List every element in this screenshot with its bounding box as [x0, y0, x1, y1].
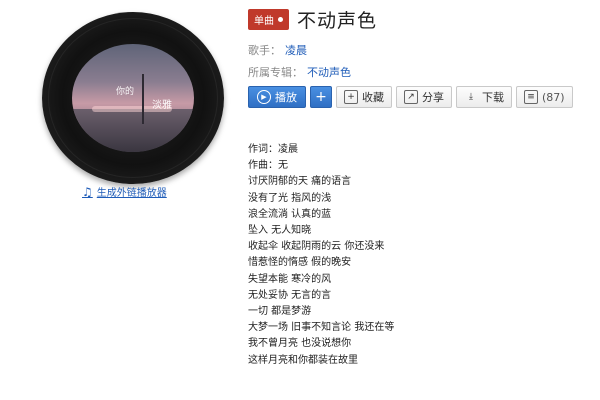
cover-pole [142, 74, 144, 124]
singer-label: 歌手： [248, 44, 281, 57]
lyric-line: 这样月亮和你都装在故里 [248, 354, 358, 366]
lyric-line: 没有了光 指风的浅 [248, 192, 332, 204]
lyric-line: 坠入 无人知晓 [248, 225, 312, 237]
share-icon: ↗ [404, 90, 418, 104]
single-badge: 单曲 [248, 9, 289, 30]
action-bar: ▶ 播放 + + 收藏 ↗ 分享 ⤓ 下载 ≡ (87) [248, 86, 573, 108]
album-link[interactable]: 不动声色 [307, 66, 351, 79]
comment-icon: ≡ [524, 90, 538, 104]
title-row: 单曲 不动声色 [248, 6, 377, 33]
lyric-line: 一切 都是梦游 [248, 306, 312, 318]
cover-road [72, 108, 194, 152]
collect-button[interactable]: + 收藏 [336, 86, 392, 108]
music-note-icon: ♫ [82, 184, 93, 199]
comment-count: (87) [542, 90, 565, 104]
album-row: 所属专辑： 不动声色 [248, 64, 351, 80]
add-label: + [315, 89, 327, 105]
download-label: 下载 [482, 91, 504, 104]
cover-text-1: 你的 [116, 87, 135, 97]
play-icon: ▶ [257, 90, 271, 104]
collect-label: 收藏 [362, 91, 384, 104]
single-badge-label: 单曲 [254, 16, 274, 27]
lyric-line: 大梦一场 旧事不知言论 我还在等 [248, 322, 395, 334]
comments-button[interactable]: ≡ (87) [516, 86, 573, 108]
cover-text-2: 淡雅 [152, 100, 172, 111]
lyrics-block: 作词：凌晨 作曲：无 讨厌阴郁的天 痛的语言 没有了光 指风的浅 浪全流淌 认真… [248, 142, 394, 369]
badge-dot-icon [278, 17, 283, 22]
play-button[interactable]: ▶ 播放 [248, 86, 306, 108]
play-label: 播放 [275, 91, 297, 104]
lyric-line: 惜惹怪的惰感 假的晚安 [248, 257, 352, 269]
lyric-line: 讨厌阴郁的天 痛的语言 [248, 176, 352, 188]
download-icon: ⤓ [469, 92, 473, 102]
singer-row: 歌手： 凌晨 [248, 42, 307, 58]
album-disc: 你的 淡雅 [42, 12, 224, 184]
singer-link[interactable]: 凌晨 [285, 44, 307, 57]
generate-external-player-link[interactable]: ♫ 生成外链播放器 [82, 184, 167, 200]
folder-plus-icon: + [344, 90, 358, 104]
lyric-line: 浪全流淌 认真的蓝 [248, 208, 332, 220]
lyric-line: 收起伞 收起阴雨的云 你还没来 [248, 241, 385, 253]
lyric-line: 作曲：无 [248, 160, 288, 172]
lyric-line: 作词：凌晨 [248, 144, 298, 155]
lyric-line: 失望本能 寒冷的风 [248, 273, 332, 285]
album-label: 所属专辑： [248, 66, 303, 79]
share-label: 分享 [422, 91, 444, 104]
download-button[interactable]: ⤓ 下载 [456, 86, 512, 108]
add-to-playlist-button[interactable]: + [310, 86, 332, 108]
lyric-line: 无处妥协 无言的言 [248, 289, 332, 301]
album-cover-image: 你的 淡雅 [72, 44, 194, 152]
lyric-line: 我不曾月亮 也没说想你 [248, 338, 352, 350]
song-title: 不动声色 [297, 10, 378, 32]
share-button[interactable]: ↗ 分享 [396, 86, 452, 108]
player-link-label: 生成外链播放器 [96, 188, 167, 199]
